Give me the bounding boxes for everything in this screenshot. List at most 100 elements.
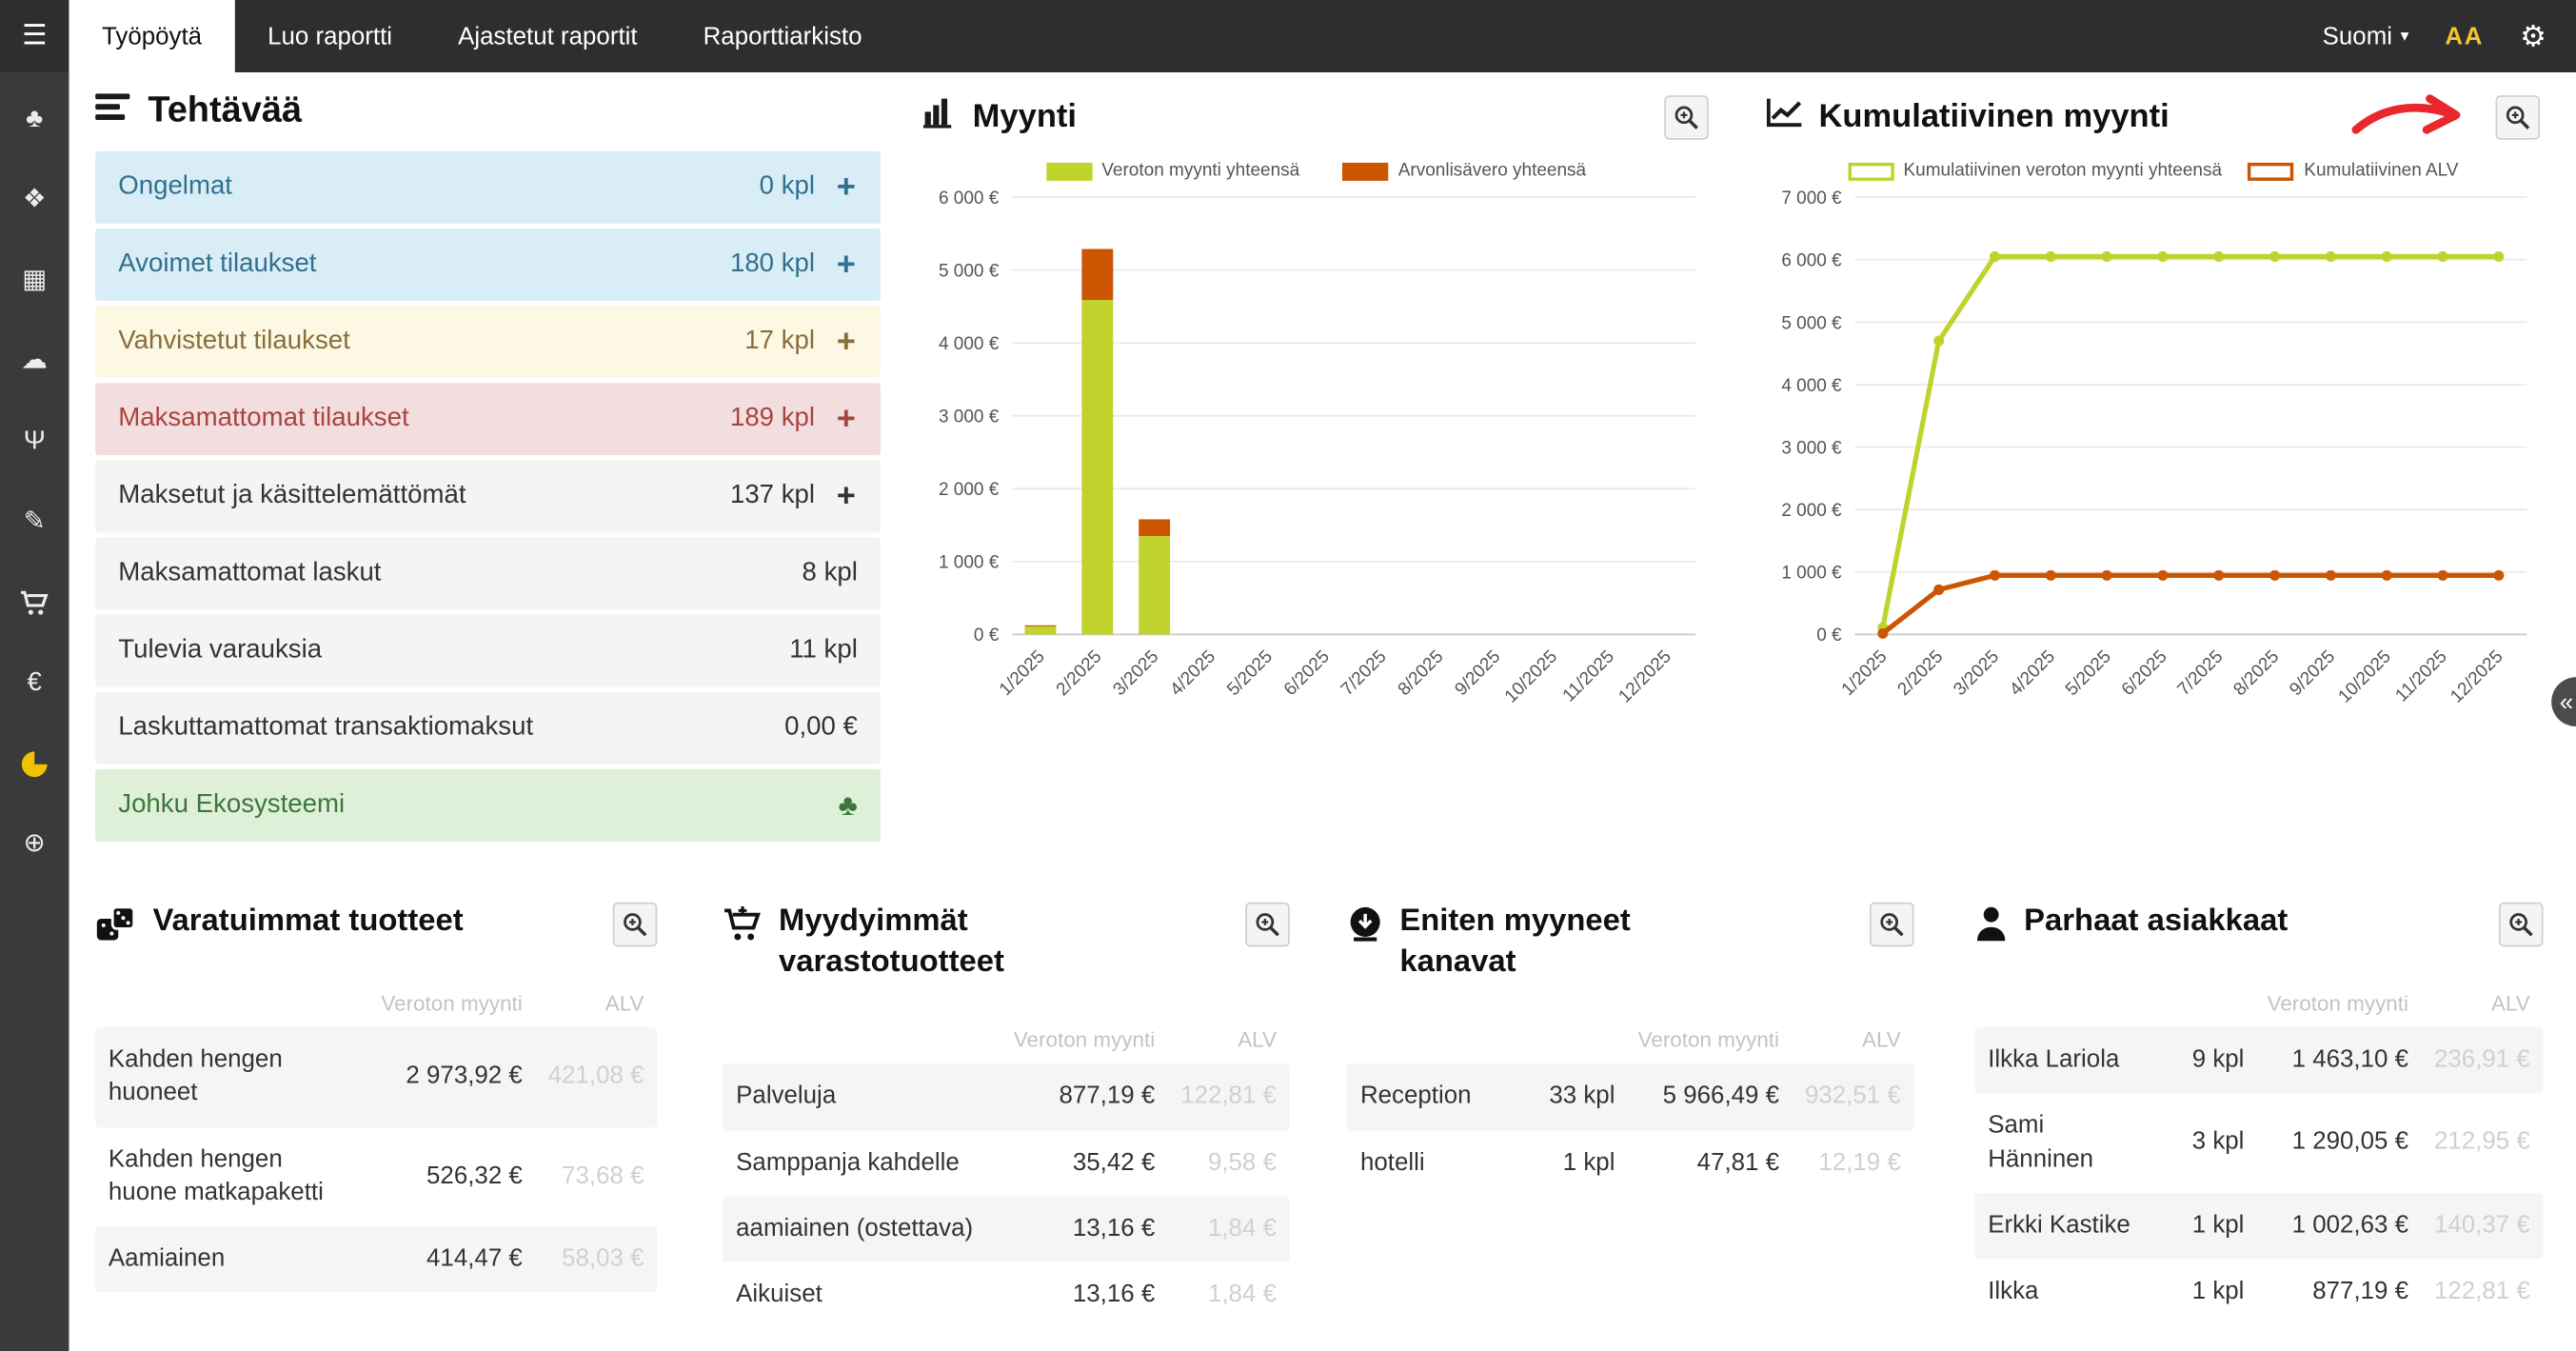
legend-item: Kumulatiivinen veroton myynti yhteensä [1848, 161, 2222, 181]
svg-text:0 €: 0 € [1816, 626, 1842, 646]
task-row[interactable]: Johku Ekosysteemi♣ [95, 769, 881, 842]
table: Veroton myyntiALVIlkka Lariola9 kpl1 463… [1974, 983, 2543, 1325]
tab-työpöytä[interactable]: Työpöytä [69, 0, 234, 72]
top-customers-panel: Parhaat asiakkaat Veroton myyntiALVIlkka… [1974, 903, 2543, 1325]
task-label: Avoimet tilaukset [118, 249, 316, 279]
top-navbar: ☰ TyöpöytäLuo raporttiAjastetut raportit… [0, 0, 2576, 72]
task-row[interactable]: Ongelmat0 kpl+ [95, 151, 881, 224]
task-label: Maksetut ja käsittelemättömät [118, 482, 466, 511]
svg-text:4 000 €: 4 000 € [939, 334, 1000, 354]
svg-text:11/2025: 11/2025 [2391, 646, 2450, 705]
svg-text:3 000 €: 3 000 € [1781, 438, 1842, 458]
svg-text:6 000 €: 6 000 € [939, 189, 1000, 209]
legend-item: Veroton myynti yhteensä [1046, 161, 1300, 181]
table: Veroton myyntiALVReception33 kpl5 966,49… [1347, 1020, 1913, 1197]
table-row: Erkki Kastike1 kpl1 002,63 €140,37 € [1974, 1193, 2543, 1259]
task-row[interactable]: Laskuttamattomat transaktiomaksut 0,00 € [95, 692, 881, 765]
sidebar-item-dashboard[interactable] [0, 724, 69, 805]
svg-text:4/2025: 4/2025 [1166, 646, 1219, 700]
panel-title: Varatuimmat tuotteet [152, 903, 463, 944]
task-label: Tulevia varauksia [118, 636, 322, 666]
shop-icon [20, 588, 50, 616]
task-row[interactable]: Maksetut ja käsittelemättömät 137 kpl + [95, 460, 881, 532]
plus-icon[interactable]: + [835, 400, 858, 438]
task-row[interactable]: Maksamattomat laskut8 kpl [95, 538, 881, 610]
settings-button[interactable]: ⚙ [2520, 21, 2546, 50]
svg-text:11/2025: 11/2025 [1559, 646, 1618, 705]
annotation-arrow [2351, 92, 2469, 142]
svg-text:7 000 €: 7 000 € [1781, 189, 1842, 209]
cumulative-line-chart: 0 €1 000 €2 000 €3 000 €4 000 €5 000 €6 … [1766, 184, 2540, 736]
sidebar-item-shop[interactable] [0, 562, 69, 643]
language-selector[interactable]: Suomi ▾ [2323, 22, 2409, 50]
sidebar-item-restaurant[interactable]: Ψ [0, 401, 69, 482]
sidebar-item-calendar[interactable]: ▦ [0, 240, 69, 321]
plus-icon[interactable]: + [835, 323, 858, 361]
main-content: Tehtävää Ongelmat0 kpl+Avoimet tilaukset… [69, 72, 2576, 1351]
sidebar-item-payments[interactable]: € [0, 643, 69, 724]
sales-chart-panel: Myynti Veroton myynti yhteensäArvonlisäv… [923, 89, 1709, 736]
sidebar-item-design[interactable]: ✎ [0, 482, 69, 563]
task-value: 180 kpl [730, 249, 815, 279]
plus-icon[interactable]: + [835, 169, 858, 207]
tab-luo-raportti[interactable]: Luo raportti [235, 0, 426, 72]
task-label: Maksamattomat laskut [118, 559, 381, 588]
sidebar: ♣❖▦☁Ψ✎ € ⊕ [0, 72, 69, 1351]
sidebar-item-spa[interactable]: ♣ [0, 79, 69, 160]
plus-icon[interactable]: + [835, 246, 858, 284]
task-row[interactable]: Tulevia varauksia11 kpl [95, 615, 881, 687]
task-row[interactable]: Avoimet tilaukset 180 kpl + [95, 228, 881, 301]
svg-text:6 000 €: 6 000 € [1781, 251, 1842, 271]
table-header: Veroton myyntiALV [1974, 983, 2543, 1027]
svg-text:0 €: 0 € [974, 626, 1000, 646]
task-label: Laskuttamattomat transaktiomaksut [118, 713, 533, 743]
download-cloud-icon [1347, 905, 1383, 942]
svg-text:2 000 €: 2 000 € [939, 480, 1000, 500]
legend-item: Arvonlisävero yhteensä [1342, 161, 1586, 181]
sidebar-item-modules[interactable]: ❖ [0, 159, 69, 240]
svg-text:3 000 €: 3 000 € [939, 407, 1000, 427]
sidebar-item-network[interactable]: ⊕ [0, 804, 69, 884]
svg-text:4 000 €: 4 000 € [1781, 376, 1842, 396]
svg-text:6/2025: 6/2025 [2118, 646, 2171, 700]
task-row[interactable]: Vahvistetut tilaukset17 kpl+ [95, 306, 881, 378]
task-row[interactable]: Maksamattomat tilaukset 189 kpl + [95, 383, 881, 455]
zoom-button[interactable] [2499, 903, 2544, 947]
zoom-button[interactable] [1870, 903, 1914, 947]
task-value: 189 kpl [730, 405, 815, 434]
navbar-right: Suomi ▾ AA ⚙ [2323, 0, 2576, 72]
magnifier-plus-icon [623, 912, 647, 937]
sidebar-item-accommodation[interactable]: ☁ [0, 321, 69, 402]
zoom-button[interactable] [613, 903, 658, 947]
svg-text:2/2025: 2/2025 [1893, 646, 1947, 700]
task-label: Maksamattomat tilaukset [118, 405, 408, 434]
task-value: 137 kpl [730, 482, 815, 511]
tasks-panel: Tehtävää Ongelmat0 kpl+Avoimet tilaukset… [95, 89, 881, 846]
menu-toggle-button[interactable]: ☰ [0, 0, 69, 72]
svg-text:8/2025: 8/2025 [2229, 646, 2283, 700]
table: Veroton myyntiALVPalveluja877,19 €122,81… [723, 1020, 1289, 1329]
zoom-button[interactable] [1245, 903, 1290, 947]
task-value: 0,00 € [784, 713, 858, 743]
zoom-button[interactable] [2495, 94, 2540, 139]
plus-icon[interactable]: + [835, 477, 858, 515]
svg-text:9/2025: 9/2025 [2286, 646, 2339, 700]
table-row: hotelli1 kpl47,81 €12,19 € [1347, 1130, 1913, 1196]
svg-text:3/2025: 3/2025 [1109, 646, 1162, 700]
magnifier-plus-icon [1256, 912, 1280, 937]
task-label: Johku Ekosysteemi [118, 790, 345, 820]
svg-text:4/2025: 4/2025 [2006, 646, 2059, 700]
dashboard-page: ☰ TyöpöytäLuo raporttiAjastetut raportit… [0, 0, 2576, 1351]
panel-title: Myydyimmät varastotuotteet [779, 903, 1120, 983]
zoom-button[interactable] [1664, 94, 1709, 139]
table-header: Veroton myyntiALV [1347, 1020, 1913, 1064]
svg-text:7/2025: 7/2025 [1338, 646, 1391, 700]
tab-ajastetut-raportit[interactable]: Ajastetut raportit [426, 0, 671, 72]
table-row: Samppanja kahdelle35,42 €9,58 € [723, 1130, 1289, 1196]
svg-text:5 000 €: 5 000 € [1781, 313, 1842, 333]
task-list: Ongelmat0 kpl+Avoimet tilaukset180 kpl+V… [95, 151, 881, 842]
font-size-button[interactable]: AA [2445, 22, 2484, 50]
legend-item: Kumulatiivinen ALV [2249, 161, 2459, 181]
svg-text:2 000 €: 2 000 € [1781, 501, 1842, 521]
tab-raporttiarkisto[interactable]: Raporttiarkisto [670, 0, 895, 72]
